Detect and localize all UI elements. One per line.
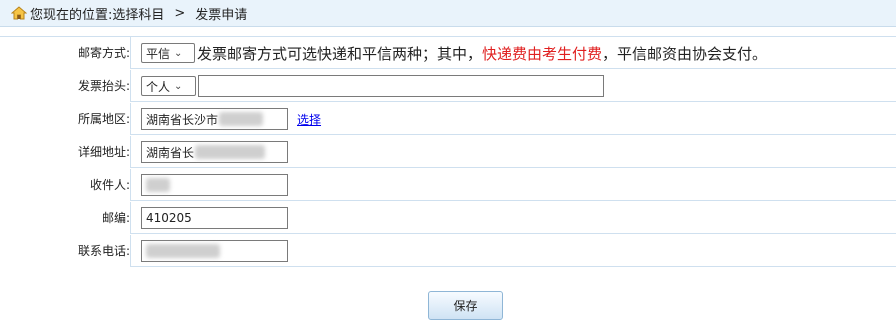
chevron-down-icon: ⌄ <box>174 47 183 59</box>
mail-method-selected: 平信 <box>146 46 171 61</box>
invoice-header-input[interactable] <box>198 75 604 97</box>
invoice-header-selected: 个人 <box>146 79 171 94</box>
recipient-label: 收件人: <box>0 169 131 201</box>
redacted-region <box>219 112 264 126</box>
region-select-link[interactable]: 选择 <box>297 111 321 128</box>
phone-row: 联系电话: <box>0 235 896 267</box>
note-highlight: 快递费由考生付费 <box>482 44 603 63</box>
breadcrumb-path: 您现在的位置:选择科目 <box>30 7 165 23</box>
region-label: 所属地区: <box>0 103 131 135</box>
zip-input[interactable]: 410205 <box>141 207 288 229</box>
chevron-down-icon: ⌄ <box>174 80 183 92</box>
zip-label: 邮编: <box>0 202 131 234</box>
breadcrumb-current: 发票申请 <box>195 7 248 23</box>
save-button[interactable]: 保存 <box>428 291 503 320</box>
note-text: 发票邮寄方式可选快递和平信两种；其中， <box>197 44 483 63</box>
zip-value: 410205 <box>146 211 192 225</box>
mail-method-row: 邮寄方式: 平信 ⌄ 发票邮寄方式可选快递和平信两种；其中，快递费由考生付费，平… <box>0 37 896 69</box>
mail-method-note: 发票邮寄方式可选快递和平信两种；其中，快递费由考生付费，平信邮资由协会支付。 <box>197 43 767 64</box>
invoice-form: 邮寄方式: 平信 ⌄ 发票邮寄方式可选快递和平信两种；其中，快递费由考生付费，平… <box>0 36 896 269</box>
region-input[interactable]: 湖南省长沙市 <box>141 108 288 130</box>
redacted-recipient <box>146 178 170 192</box>
mail-method-label: 邮寄方式: <box>0 37 131 69</box>
recipient-row: 收件人: <box>0 169 896 201</box>
redacted-address <box>195 145 266 159</box>
mail-method-select[interactable]: 平信 ⌄ <box>141 43 195 63</box>
breadcrumb-separator: > <box>174 5 186 21</box>
invoice-header-select[interactable]: 个人 ⌄ <box>141 76 196 96</box>
zip-row: 邮编: 410205 <box>0 202 896 234</box>
region-row: 所属地区: 湖南省长沙市 选择 <box>0 103 896 135</box>
invoice-header-row: 发票抬头: 个人 ⌄ <box>0 70 896 102</box>
phone-label: 联系电话: <box>0 235 131 267</box>
redacted-phone <box>146 244 220 258</box>
recipient-input[interactable] <box>141 174 288 196</box>
address-value: 湖南省长 <box>146 145 195 160</box>
invoice-header-label: 发票抬头: <box>0 70 131 102</box>
address-row: 详细地址: 湖南省长 <box>0 136 896 168</box>
breadcrumb: 您现在的位置:选择科目 > 发票申请 <box>0 0 896 27</box>
region-value: 湖南省长沙市 <box>146 112 219 127</box>
note-text-end: ，平信邮资由协会支付。 <box>602 44 768 63</box>
home-icon[interactable] <box>11 5 27 21</box>
address-input[interactable]: 湖南省长 <box>141 141 288 163</box>
address-label: 详细地址: <box>0 136 131 168</box>
phone-input[interactable] <box>141 240 288 262</box>
